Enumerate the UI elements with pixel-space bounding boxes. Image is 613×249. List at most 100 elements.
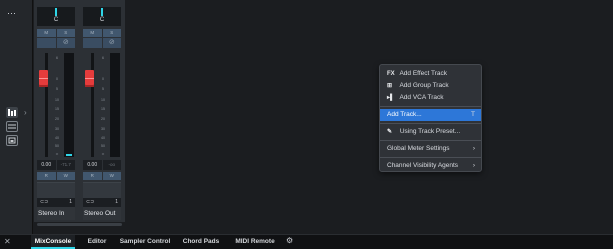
- scale-label: 30: [101, 127, 105, 131]
- tab-chord-pads[interactable]: Chord Pads: [181, 235, 221, 249]
- lower-zone-tabbar: ✕ MixConsole Editor Sampler Control Chor…: [0, 234, 613, 249]
- menu-separator: [380, 140, 481, 141]
- bypass-icon[interactable]: ⊘: [56, 38, 75, 48]
- routing-icon-glyph: [8, 124, 16, 129]
- read-write-row: R W: [37, 172, 75, 180]
- menu-item-channel-visibility-agents[interactable]: Channel Visibility Agents ›: [380, 160, 481, 172]
- mixer-channels-icon[interactable]: [6, 107, 18, 118]
- volume-fader-handle[interactable]: [39, 70, 48, 87]
- channel-name[interactable]: Stereo Out: [83, 207, 121, 220]
- submenu-chevron-icon: ›: [472, 162, 475, 169]
- level-readout: 0.00 -71.7: [37, 160, 75, 170]
- channel-strip-stereo-out: C M S ⊘ 6 0 5 10 15 20 30 40 50 ∞ 0.00 -…: [80, 0, 124, 222]
- fader-track[interactable]: [45, 53, 48, 157]
- volume-fader-handle[interactable]: [85, 70, 94, 87]
- mute-solo-row: M S: [83, 29, 121, 37]
- scale-label: 40: [101, 136, 105, 140]
- mute-solo-row: M S: [37, 29, 75, 37]
- mixer-channels-icon-glyph: [8, 109, 16, 116]
- level-scale: 6 0 5 10 15 20 30 40 50 ∞: [97, 51, 109, 159]
- link-icon[interactable]: ⊂⊃: [86, 198, 94, 207]
- peak-value[interactable]: -71.7: [56, 160, 75, 170]
- channel-link-row: ⊂⊃ 1: [37, 198, 75, 207]
- gear-icon[interactable]: ⚙: [286, 236, 293, 245]
- scale-label: 0: [102, 77, 104, 81]
- listen-button[interactable]: [83, 38, 102, 48]
- write-automation-button[interactable]: W: [56, 172, 75, 180]
- scale-label: 30: [55, 127, 59, 131]
- volume-value[interactable]: 0.00: [37, 160, 56, 170]
- solo-button[interactable]: S: [102, 29, 121, 37]
- menu-item-label: Add VCA Track: [399, 94, 444, 101]
- tab-mixconsole[interactable]: MixConsole: [31, 235, 75, 249]
- volume-value[interactable]: 0.00: [83, 160, 102, 170]
- pan-indicator: [101, 8, 103, 16]
- level-meter: [110, 53, 120, 157]
- left-toolbar: ⋯ ›: [0, 0, 33, 234]
- scale-label: 10: [55, 98, 59, 102]
- level-readout: 0.00 -oo: [83, 160, 121, 170]
- scale-label: 50: [55, 144, 59, 148]
- mixer-empty-area[interactable]: [126, 0, 613, 233]
- solo-button[interactable]: S: [56, 29, 75, 37]
- scale-label: 15: [55, 107, 59, 111]
- peak-value[interactable]: -oo: [102, 160, 121, 170]
- window-layout-icon[interactable]: [6, 135, 18, 146]
- scale-label: 10: [101, 98, 105, 102]
- bypass-icon[interactable]: ⊘: [102, 38, 121, 48]
- insert-slots[interactable]: [83, 182, 121, 198]
- tab-editor[interactable]: Editor: [82, 235, 112, 249]
- fader-track[interactable]: [91, 53, 94, 157]
- scale-label: 0: [56, 77, 58, 81]
- menu-item-using-track-preset[interactable]: ✎ Using Track Preset...: [380, 126, 481, 138]
- listen-button[interactable]: [37, 38, 56, 48]
- read-write-row: R W: [83, 172, 121, 180]
- level-scale: 6 0 5 10 15 20 30 40 50 ∞: [51, 51, 63, 159]
- scale-label: 15: [101, 107, 105, 111]
- menu-item-add-effect-track[interactable]: FX Add Effect Track: [380, 68, 481, 80]
- menu-item-global-meter-settings[interactable]: Global Meter Settings ›: [380, 143, 481, 155]
- menu-separator: [380, 106, 481, 107]
- scale-label: 20: [101, 117, 105, 121]
- fx-icon: FX: [387, 71, 395, 77]
- menu-item-add-track[interactable]: Add Track... T: [380, 109, 481, 121]
- link-icon[interactable]: ⊂⊃: [40, 198, 48, 207]
- write-automation-button[interactable]: W: [102, 172, 121, 180]
- monitor-row: ⊘: [37, 38, 75, 48]
- scale-label: 6: [56, 56, 58, 60]
- shortcut-label: T: [471, 111, 475, 118]
- channel-name[interactable]: Stereo In: [37, 207, 75, 220]
- close-icon[interactable]: ✕: [4, 237, 11, 246]
- fader-area: 6 0 5 10 15 20 30 40 50 ∞: [83, 51, 121, 160]
- track-preset-icon: ✎: [387, 129, 393, 135]
- link-value: 1: [69, 199, 72, 205]
- read-automation-button[interactable]: R: [83, 172, 102, 180]
- menu-item-add-group-track[interactable]: ⊞ Add Group Track: [380, 80, 481, 92]
- menu-item-label: Channel Visibility Agents: [387, 162, 459, 169]
- read-automation-button[interactable]: R: [37, 172, 56, 180]
- link-value: 1: [115, 199, 118, 205]
- mute-button[interactable]: M: [37, 29, 56, 37]
- mute-button[interactable]: M: [83, 29, 102, 37]
- monitor-row: ⊘: [83, 38, 121, 48]
- scale-label: 40: [55, 136, 59, 140]
- routing-icon[interactable]: [6, 121, 18, 132]
- scale-label: 5: [102, 87, 104, 91]
- expand-panel-icon[interactable]: ›: [24, 108, 27, 117]
- more-options-icon[interactable]: ⋯: [7, 8, 16, 19]
- menu-separator: [380, 157, 481, 158]
- scale-label: ∞: [101, 152, 105, 156]
- insert-slots[interactable]: [37, 182, 75, 198]
- menu-item-add-vca-track[interactable]: ▸▌ Add VCA Track: [380, 92, 481, 104]
- pan-value: C: [99, 17, 105, 23]
- tab-sampler-control[interactable]: Sampler Control: [118, 235, 172, 249]
- menu-item-label: Add Group Track: [399, 82, 449, 89]
- channel-strip-stereo-in: C M S ⊘ 6 0 5 10 15 20 30 40 50 ∞ 0.00 -…: [34, 0, 78, 222]
- pan-control[interactable]: C: [83, 7, 121, 26]
- mixer-horizontal-scrollbar[interactable]: [37, 223, 122, 226]
- menu-item-label: Add Track...: [387, 111, 422, 118]
- tab-midi-remote[interactable]: MIDI Remote: [231, 235, 279, 249]
- pan-control[interactable]: C: [37, 7, 75, 26]
- pan-indicator: [55, 8, 57, 16]
- submenu-chevron-icon: ›: [472, 145, 475, 152]
